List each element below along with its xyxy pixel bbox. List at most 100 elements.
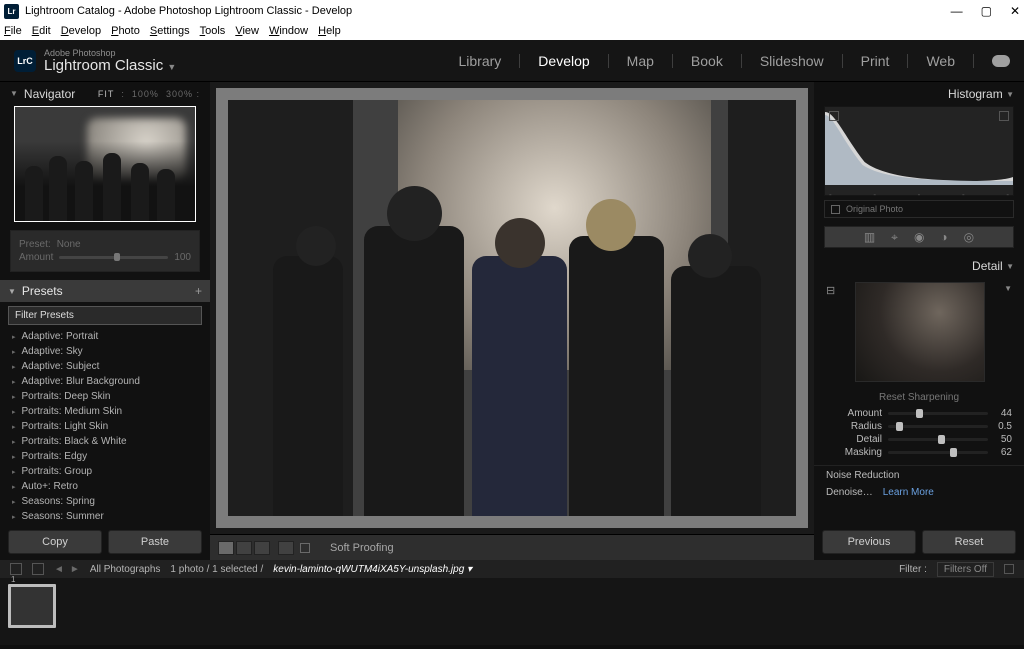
- sharpening-slider[interactable]: Detail 50: [814, 433, 1024, 446]
- slider-value[interactable]: 62: [988, 447, 1012, 458]
- module-library[interactable]: Library: [459, 53, 502, 69]
- detail-chevron-icon[interactable]: ▼: [1004, 284, 1012, 293]
- maximize-button[interactable]: ▢: [981, 4, 992, 18]
- filter-lock-icon[interactable]: [1004, 564, 1014, 574]
- menu-window[interactable]: Window: [269, 25, 308, 37]
- view-mode-switcher[interactable]: [218, 541, 294, 555]
- preset-group[interactable]: Portraits: Light Skin: [8, 419, 202, 434]
- module-map[interactable]: Map: [627, 53, 654, 69]
- filmstrip-thumbnail[interactable]: 1: [8, 584, 56, 628]
- filmstrip[interactable]: 1: [0, 578, 1024, 645]
- menu-file[interactable]: File: [4, 25, 22, 37]
- nav-back-icon[interactable]: ◄: [54, 564, 64, 575]
- histogram-header[interactable]: Histogram ▼: [814, 82, 1024, 106]
- learn-more-link[interactable]: Learn More: [883, 487, 934, 498]
- masking-tool-icon[interactable]: ◑: [940, 230, 947, 244]
- sharpening-slider[interactable]: Amount 44: [814, 407, 1024, 420]
- paste-button[interactable]: Paste: [108, 530, 202, 554]
- menu-tools[interactable]: Tools: [200, 25, 226, 37]
- healing-tool-icon[interactable]: ⌖: [891, 230, 898, 245]
- detail-target-icon[interactable]: ⊟: [826, 284, 835, 297]
- preset-group[interactable]: Seasons: Summer: [8, 509, 202, 524]
- menu-settings[interactable]: Settings: [150, 25, 190, 37]
- preset-group[interactable]: Portraits: Edgy: [8, 449, 202, 464]
- sharpening-slider[interactable]: Masking 62: [814, 446, 1024, 459]
- preset-amount-slider[interactable]: [59, 256, 168, 259]
- preset-group[interactable]: Adaptive: Blur Background: [8, 374, 202, 389]
- preset-group[interactable]: Auto+: Retro: [8, 479, 202, 494]
- soft-proofing-label[interactable]: Soft Proofing: [330, 542, 394, 554]
- nav-fwd-icon[interactable]: ►: [70, 564, 80, 575]
- slider-track[interactable]: [888, 451, 988, 454]
- menu-edit[interactable]: Edit: [32, 25, 51, 37]
- brand-line2[interactable]: Lightroom Classic ▼: [44, 58, 176, 73]
- crop-tool-icon[interactable]: ▥: [864, 230, 875, 244]
- presets-header[interactable]: ▼ Presets +: [0, 280, 210, 302]
- detail-preview[interactable]: [855, 282, 985, 382]
- copy-button[interactable]: Copy: [8, 530, 102, 554]
- reference-view-icon[interactable]: [278, 541, 294, 555]
- loupe-view-icon[interactable]: [218, 541, 234, 555]
- soft-proofing-checkbox[interactable]: [300, 543, 310, 553]
- image-canvas[interactable]: [216, 88, 808, 528]
- slider-value[interactable]: 0.5: [988, 421, 1012, 432]
- chevron-down-icon: ▼: [8, 287, 16, 296]
- filter-dropdown[interactable]: Filters Off: [937, 562, 994, 577]
- shadow-clipping-icon[interactable]: [829, 111, 839, 121]
- preset-group[interactable]: Portraits: Group: [8, 464, 202, 479]
- preset-group[interactable]: Portraits: Deep Skin: [8, 389, 202, 404]
- module-slideshow[interactable]: Slideshow: [760, 53, 824, 69]
- second-monitor-icon[interactable]: [10, 563, 22, 575]
- noise-reduction-section[interactable]: Noise Reduction: [814, 465, 1024, 485]
- navigator-thumbnail[interactable]: [14, 106, 196, 223]
- sharpening-slider[interactable]: Radius 0.5: [814, 420, 1024, 433]
- module-picker: Library Develop Map Book Slideshow Print…: [459, 53, 1011, 69]
- preset-group[interactable]: Adaptive: Portrait: [8, 329, 202, 344]
- grid-icon[interactable]: [32, 563, 44, 575]
- navigator-zoom-controls[interactable]: FIT : 100% 300% :: [98, 89, 200, 99]
- module-web[interactable]: Web: [926, 53, 955, 69]
- menu-photo[interactable]: Photo: [111, 25, 140, 37]
- slider-value[interactable]: 50: [988, 434, 1012, 445]
- close-button[interactable]: ✕: [1010, 4, 1020, 18]
- reset-button[interactable]: Reset: [922, 530, 1016, 554]
- slider-track[interactable]: [888, 438, 988, 441]
- detail-header[interactable]: Detail ▼: [814, 254, 1024, 278]
- menu-view[interactable]: View: [235, 25, 259, 37]
- module-develop[interactable]: Develop: [538, 53, 589, 69]
- cloud-sync-icon[interactable]: [992, 55, 1010, 67]
- left-button-row: Copy Paste: [0, 524, 210, 560]
- slider-value[interactable]: 44: [988, 408, 1012, 419]
- before-after-split-icon[interactable]: [254, 541, 270, 555]
- preset-group[interactable]: Seasons: Spring: [8, 494, 202, 509]
- minimize-button[interactable]: —: [951, 4, 963, 18]
- module-book[interactable]: Book: [691, 53, 723, 69]
- sharpening-section-label[interactable]: Reset Sharpening: [814, 392, 1024, 403]
- redeye-tool-icon[interactable]: ◉: [914, 230, 924, 244]
- histogram[interactable]: -----: [824, 106, 1014, 196]
- highlight-clipping-icon[interactable]: [999, 111, 1009, 121]
- thumb-index: 1: [11, 575, 15, 584]
- filmstrip-collapse-handle[interactable]: [0, 645, 1024, 649]
- previous-button[interactable]: Previous: [822, 530, 916, 554]
- slider-track[interactable]: [888, 425, 988, 428]
- preset-group[interactable]: Portraits: Black & White: [8, 434, 202, 449]
- before-after-icon[interactable]: [236, 541, 252, 555]
- gradient-tool-icon[interactable]: ◎: [964, 230, 974, 244]
- denoise-button[interactable]: Denoise…: [826, 487, 873, 498]
- original-photo-toggle[interactable]: Original Photo: [824, 200, 1014, 218]
- preset-group[interactable]: Adaptive: Sky: [8, 344, 202, 359]
- preset-group[interactable]: Portraits: Medium Skin: [8, 404, 202, 419]
- filmstrip-source[interactable]: All Photographs: [90, 564, 161, 575]
- slider-track[interactable]: [888, 412, 988, 415]
- checkbox-icon[interactable]: [831, 205, 840, 214]
- add-preset-icon[interactable]: +: [195, 284, 202, 298]
- brand-text: Adobe Photoshop Lightroom Classic ▼: [44, 49, 176, 73]
- menu-develop[interactable]: Develop: [61, 25, 101, 37]
- filmstrip-info-bar: ◄ ► All Photographs 1 photo / 1 selected…: [0, 560, 1024, 578]
- navigator-header[interactable]: ▼ Navigator FIT : 100% 300% :: [0, 82, 210, 106]
- menu-help[interactable]: Help: [318, 25, 341, 37]
- module-print[interactable]: Print: [861, 53, 890, 69]
- filter-presets-input[interactable]: Filter Presets: [8, 306, 202, 325]
- preset-group[interactable]: Adaptive: Subject: [8, 359, 202, 374]
